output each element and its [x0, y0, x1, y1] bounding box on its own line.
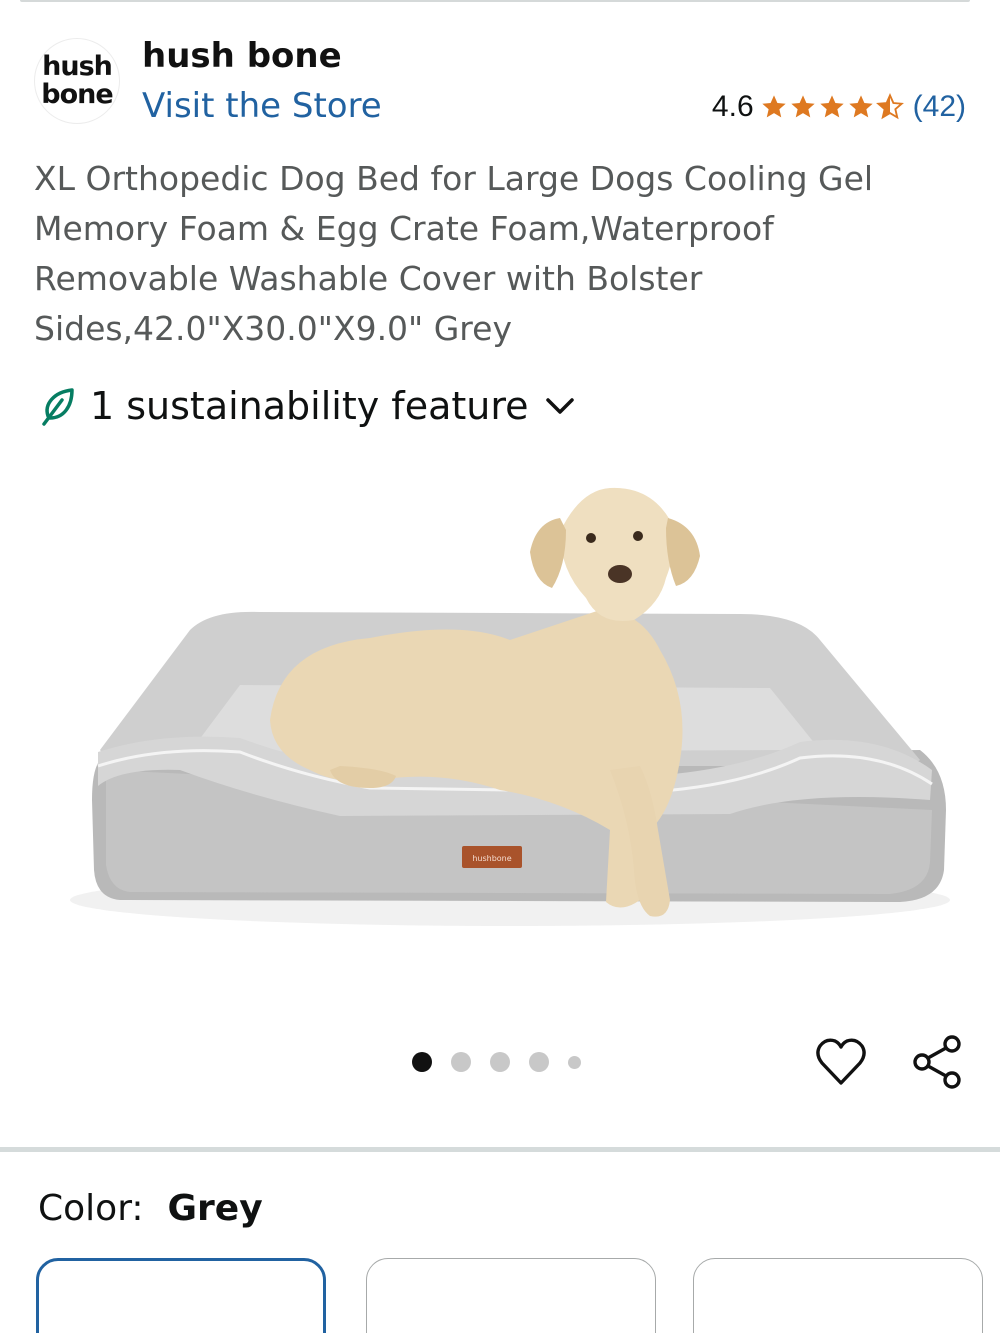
carousel-dot-active[interactable] — [412, 1052, 432, 1072]
brand-name[interactable]: hush bone — [142, 36, 342, 76]
visit-store-link[interactable]: Visit the Store — [142, 86, 382, 126]
rating-count-link[interactable]: (42) — [913, 90, 966, 124]
color-selection-header: Color: Grey — [38, 1188, 263, 1229]
section-divider — [0, 1147, 1000, 1152]
star-icon — [790, 95, 815, 118]
heart-icon[interactable] — [814, 1036, 868, 1090]
brand-logo-line2: bone — [41, 79, 113, 110]
share-icon[interactable] — [910, 1034, 964, 1090]
carousel-dot[interactable] — [451, 1052, 471, 1072]
star-icon — [848, 95, 873, 118]
brand-logo-line1: hush — [42, 51, 113, 82]
color-swatch[interactable] — [366, 1258, 656, 1333]
rating-summary[interactable]: 4.6 (42) — [712, 90, 966, 124]
rating-value: 4.6 — [711, 90, 754, 123]
brand-logo[interactable]: hush bone — [34, 38, 120, 124]
leaf-icon — [42, 388, 74, 426]
bed-label-text: hushbone — [472, 854, 511, 863]
product-title: XL Orthopedic Dog Bed for Large Dogs Coo… — [34, 159, 874, 348]
chevron-down-icon — [545, 398, 574, 414]
color-selected-value: Grey — [167, 1188, 263, 1229]
star-half-icon — [875, 93, 904, 120]
carousel-dot[interactable] — [568, 1055, 581, 1069]
sustainability-toggle[interactable]: 1 sustainability feature — [40, 384, 577, 428]
carousel-indicator[interactable] — [412, 1052, 600, 1072]
sustainability-label: 1 sustainability feature — [90, 384, 529, 428]
product-image[interactable]: hushbone — [40, 470, 960, 990]
color-swatch-grey[interactable] — [36, 1258, 326, 1333]
carousel-dot[interactable] — [529, 1052, 549, 1072]
star-icon — [819, 95, 844, 118]
top-divider — [20, 0, 970, 2]
carousel-dot[interactable] — [490, 1052, 510, 1072]
color-swatch[interactable] — [693, 1258, 983, 1333]
color-label: Color: — [38, 1188, 144, 1229]
star-rating — [760, 93, 905, 121]
star-icon — [761, 95, 786, 118]
